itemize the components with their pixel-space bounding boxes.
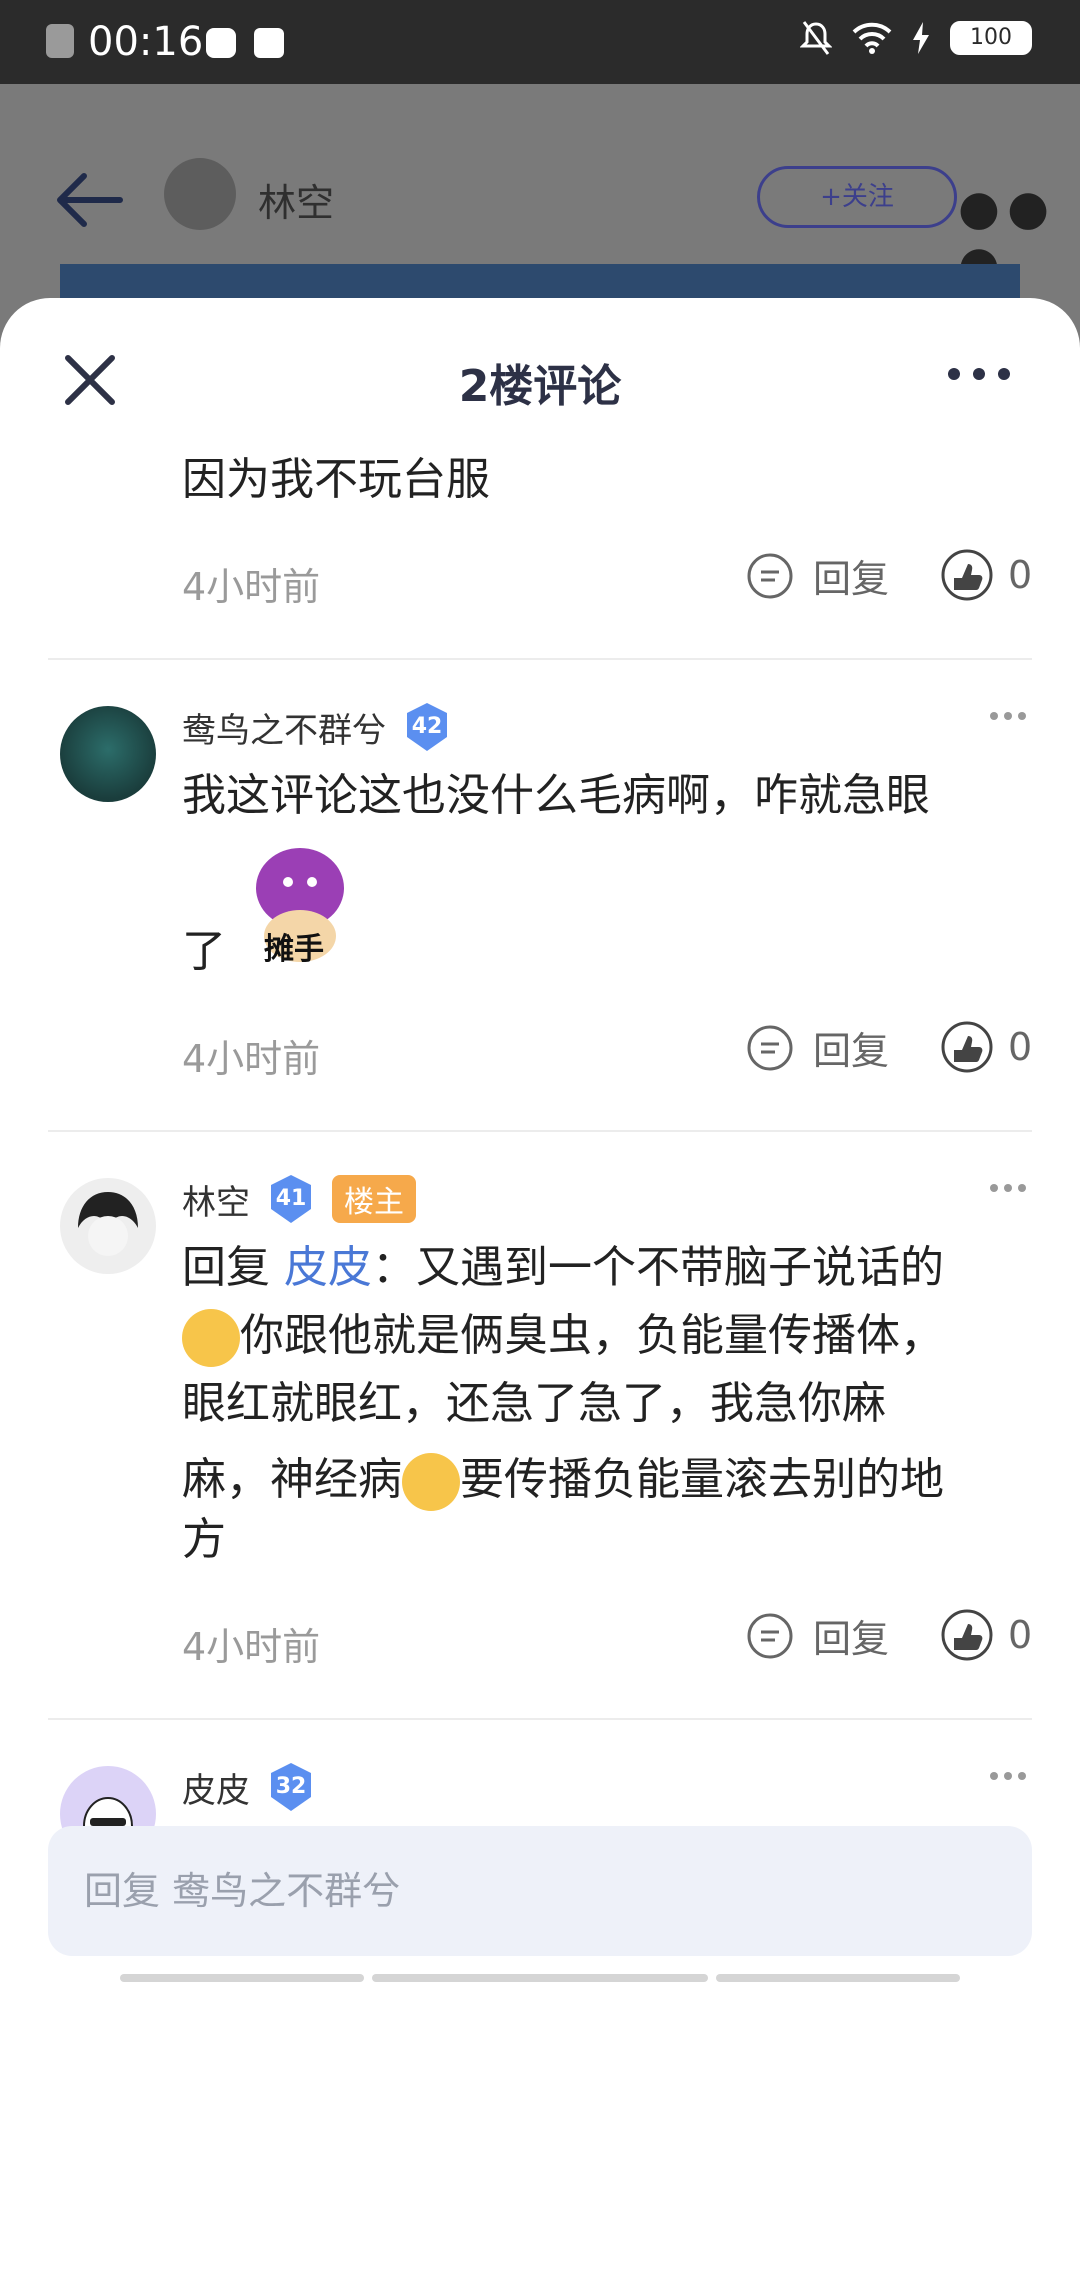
nav-hint	[716, 1974, 960, 1982]
status-icons-right: 100	[800, 20, 1032, 56]
level-number: 42	[411, 714, 443, 739]
thinking-face-emoji	[182, 1309, 240, 1367]
comment-line: 要传播负能量滚去别的地	[460, 1454, 944, 1505]
comment-time: 4小时前	[182, 565, 321, 609]
avatar[interactable]	[60, 706, 156, 802]
level-number: 41	[275, 1186, 307, 1211]
author-avatar[interactable]	[164, 158, 236, 230]
comment-text: 眼红就眼红，还急了急了，我急你麻	[182, 1378, 886, 1429]
username[interactable]: 林空	[182, 1175, 250, 1224]
reply-button[interactable]: 回复	[745, 1608, 889, 1663]
like-count: 0	[1008, 1613, 1033, 1657]
sticker-label: 摊手	[264, 932, 324, 967]
like-button[interactable]: 0	[940, 548, 1032, 602]
tiktok-icon	[206, 28, 236, 58]
comment-text: 麻，神经病 要传播负能量滚去别的地	[182, 1448, 944, 1512]
username[interactable]: 鸯鸟之不群兮	[182, 703, 386, 752]
battery-icon: 100	[950, 21, 1032, 55]
divider	[48, 1130, 1032, 1132]
comment-text: 因为我不玩台服	[182, 454, 490, 505]
owner-tag: 楼主	[332, 1175, 416, 1223]
divider	[48, 658, 1032, 660]
status-time: 00:16	[88, 19, 204, 65]
nav-hint	[372, 1974, 708, 1982]
like-count: 0	[1008, 1025, 1033, 1069]
reply-bubble-icon	[747, 1613, 793, 1658]
level-number: 32	[275, 1774, 307, 1799]
comment-text: 回复 皮皮：又遇到一个不带脑子说话的	[182, 1236, 944, 1300]
notification-square-icon	[254, 28, 284, 58]
comment-user[interactable]: 皮皮 32	[182, 1760, 318, 1814]
comment-text: 你跟他就是俩臭虫，负能量传播体，	[182, 1304, 944, 1368]
sheet-title: 2楼评论	[458, 361, 622, 412]
comment-user[interactable]: 鸯鸟之不群兮 42	[182, 700, 454, 754]
comment-more-icon[interactable]	[988, 1768, 1028, 1784]
comment-more-icon[interactable]	[988, 1180, 1028, 1196]
comment-line: 又遇到一个不带脑子说话的	[416, 1242, 944, 1293]
back-arrow-icon[interactable]	[54, 170, 124, 230]
reply-label: 回复	[813, 557, 890, 601]
reply-label: 回复	[813, 1029, 890, 1073]
avatar[interactable]	[60, 1178, 156, 1274]
comment-line: 你跟他就是俩臭虫，负能量传播体，	[240, 1310, 944, 1361]
comment-text: 我这评论这也没什么毛病啊，咋就急眼	[182, 770, 930, 821]
like-button[interactable]: 0	[940, 1608, 1032, 1662]
charging-icon	[913, 22, 929, 54]
wifi-icon	[852, 22, 892, 54]
reply-bubble-icon	[747, 553, 793, 598]
comment-text-end: 了	[182, 926, 226, 977]
mute-bell-icon	[800, 21, 832, 55]
close-app-icon	[46, 24, 74, 58]
reply-button[interactable]: 回复	[745, 1020, 889, 1075]
sticker-image: 摊手	[236, 836, 366, 967]
thumbs-up-icon	[941, 1609, 993, 1661]
status-icons-left	[46, 24, 74, 58]
like-count: 0	[1008, 553, 1033, 597]
reply-label: 回复	[813, 1617, 890, 1661]
level-badge: 41	[264, 1172, 318, 1226]
comment-line: 麻，神经病	[182, 1454, 402, 1505]
nav-hint	[120, 1974, 364, 1982]
reply-separator: ：	[372, 1242, 416, 1293]
username[interactable]: 皮皮	[182, 1763, 250, 1812]
reply-bubble-icon	[747, 1025, 793, 1070]
reply-prefix: 回复	[182, 1242, 270, 1293]
level-badge: 42	[400, 700, 454, 754]
divider	[48, 1718, 1032, 1720]
follow-button[interactable]: +关注	[757, 166, 957, 228]
comment-time: 4小时前	[182, 1037, 321, 1081]
like-button[interactable]: 0	[940, 1020, 1032, 1074]
thinking-face-emoji	[402, 1453, 460, 1511]
mention-link[interactable]: 皮皮	[284, 1242, 372, 1293]
author-name[interactable]: 林空	[258, 172, 334, 227]
reply-input[interactable]: 回复 鸯鸟之不群兮	[48, 1826, 1032, 1956]
comment-user[interactable]: 林空 41 楼主	[182, 1172, 416, 1226]
thumbs-up-icon	[941, 549, 993, 601]
sheet-more-icon[interactable]	[944, 354, 1014, 394]
level-badge: 32	[264, 1760, 318, 1814]
reply-button[interactable]: 回复	[745, 548, 889, 603]
thumbs-up-icon	[941, 1021, 993, 1073]
comment-text: 方	[182, 1514, 226, 1565]
comment-time: 4小时前	[182, 1625, 321, 1669]
status-bar: 00:16 100	[0, 0, 1080, 84]
comment-more-icon[interactable]	[988, 708, 1028, 724]
